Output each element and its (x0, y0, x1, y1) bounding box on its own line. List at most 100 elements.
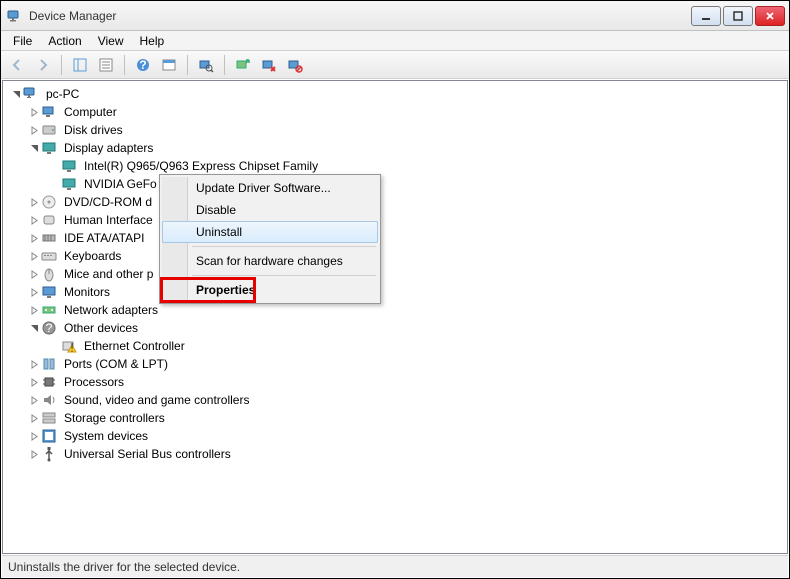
toolbar-separator (61, 55, 62, 75)
close-button[interactable] (755, 6, 785, 26)
tree-item[interactable]: Human Interface (5, 211, 785, 229)
tree-expander[interactable] (27, 231, 41, 245)
tree-label: Universal Serial Bus controllers (61, 446, 234, 462)
show-hide-tree-button[interactable] (68, 53, 92, 77)
hid-icon (41, 212, 57, 228)
disable-button[interactable] (283, 53, 307, 77)
tree-label: Network adapters (61, 302, 161, 318)
tree-item[interactable]: DVD/CD-ROM d (5, 193, 785, 211)
tree-item[interactable]: Processors (5, 373, 785, 391)
sound-icon (41, 392, 57, 408)
tree-expander[interactable] (27, 447, 41, 461)
toolbar-separator (224, 55, 225, 75)
device-tree-pane[interactable]: pc-PCComputerDisk drivesDisplay adapters… (2, 80, 788, 554)
action-button[interactable] (157, 53, 181, 77)
tree-label: System devices (61, 428, 151, 444)
uninstall-button[interactable] (257, 53, 281, 77)
warning-icon: ! (61, 338, 77, 354)
context-menu-item[interactable]: Disable (162, 199, 378, 221)
tree-item[interactable]: Mice and other p (5, 265, 785, 283)
menu-bar: File Action View Help (1, 31, 789, 51)
tree-expander[interactable] (27, 429, 41, 443)
display-icon (61, 176, 77, 192)
toolbar-separator (124, 55, 125, 75)
tree-item[interactable]: Intel(R) Q965/Q963 Express Chipset Famil… (5, 157, 785, 175)
window-title: Device Manager (29, 9, 691, 23)
tree-label: Computer (61, 104, 120, 120)
tree-item[interactable]: !Ethernet Controller (5, 337, 785, 355)
mouse-icon (41, 266, 57, 282)
svg-text:!: ! (70, 341, 73, 355)
tree-expander[interactable] (27, 267, 41, 281)
tree-expander[interactable] (27, 105, 41, 119)
tree-item[interactable]: Network adapters (5, 301, 785, 319)
tree-expander[interactable] (9, 87, 23, 101)
forward-button[interactable] (31, 53, 55, 77)
tree-root[interactable]: pc-PC (5, 85, 785, 103)
tree-item[interactable]: Universal Serial Bus controllers (5, 445, 785, 463)
tree-label: Processors (61, 374, 127, 390)
tree-expander[interactable] (27, 393, 41, 407)
menu-file[interactable]: File (5, 32, 40, 50)
tree-item[interactable]: Sound, video and game controllers (5, 391, 785, 409)
help-button[interactable]: ? (131, 53, 155, 77)
properties-button[interactable] (94, 53, 118, 77)
tree-item[interactable]: Disk drives (5, 121, 785, 139)
tree-expander[interactable] (27, 357, 41, 371)
disk-icon (41, 122, 57, 138)
context-menu-item[interactable]: Properties (162, 279, 378, 301)
tree-expander[interactable] (27, 249, 41, 263)
ports-icon (41, 356, 57, 372)
svg-text:?: ? (46, 321, 53, 335)
storage-icon (41, 410, 57, 426)
menu-view[interactable]: View (90, 32, 132, 50)
context-menu-item[interactable]: Update Driver Software... (162, 177, 378, 199)
minimize-button[interactable] (691, 6, 721, 26)
maximize-button[interactable] (723, 6, 753, 26)
monitor-icon (41, 284, 57, 300)
computer-icon (23, 86, 39, 102)
tree-expander[interactable] (27, 195, 41, 209)
tree-item[interactable]: Computer (5, 103, 785, 121)
tree-item[interactable]: Storage controllers (5, 409, 785, 427)
device-manager-icon (7, 8, 23, 24)
tree-item[interactable]: Display adapters (5, 139, 785, 157)
tree-expander[interactable] (27, 123, 41, 137)
tree-item[interactable]: NVIDIA GeFo (5, 175, 785, 193)
toolbar-separator (187, 55, 188, 75)
tree-item[interactable]: Keyboards (5, 247, 785, 265)
tree-label: Mice and other p (61, 266, 156, 282)
tree-expander[interactable] (27, 321, 41, 335)
tree-item[interactable]: Monitors (5, 283, 785, 301)
menu-help[interactable]: Help (132, 32, 173, 50)
context-menu-separator (192, 246, 376, 247)
context-menu: Update Driver Software...DisableUninstal… (159, 174, 381, 304)
system-icon (41, 428, 57, 444)
status-text: Uninstalls the driver for the selected d… (8, 560, 240, 574)
ide-icon (41, 230, 57, 246)
tree-expander[interactable] (27, 411, 41, 425)
tree-item[interactable]: System devices (5, 427, 785, 445)
tree-item[interactable]: ? Other devices (5, 319, 785, 337)
tree-label: Intel(R) Q965/Q963 Express Chipset Famil… (81, 158, 321, 174)
tree-expander[interactable] (27, 285, 41, 299)
tree-label: Other devices (61, 320, 141, 336)
context-menu-separator (192, 275, 376, 276)
menu-action[interactable]: Action (40, 32, 89, 50)
context-menu-item[interactable]: Scan for hardware changes (162, 250, 378, 272)
tree-item[interactable]: Ports (COM & LPT) (5, 355, 785, 373)
scan-hardware-button[interactable] (194, 53, 218, 77)
tree-item[interactable]: IDE ATA/ATAPI (5, 229, 785, 247)
tree-label: Human Interface (61, 212, 156, 228)
update-driver-button[interactable] (231, 53, 255, 77)
tree-label: Storage controllers (61, 410, 168, 426)
tree-label: Sound, video and game controllers (61, 392, 252, 408)
tree-expander[interactable] (27, 375, 41, 389)
context-menu-item[interactable]: Uninstall (162, 221, 378, 243)
tree-expander[interactable] (27, 141, 41, 155)
tree-expander[interactable] (27, 213, 41, 227)
back-button[interactable] (5, 53, 29, 77)
tree-expander[interactable] (27, 303, 41, 317)
svg-text:?: ? (139, 58, 146, 72)
other-icon: ? (41, 320, 57, 336)
